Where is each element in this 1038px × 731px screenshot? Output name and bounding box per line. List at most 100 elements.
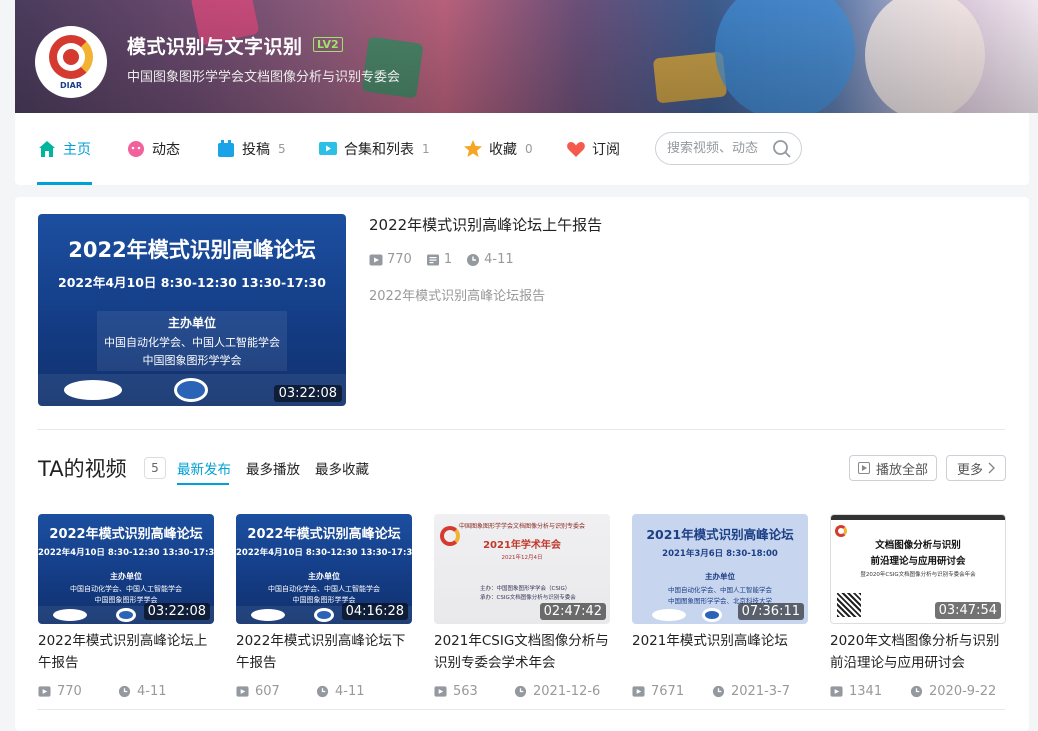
thumb-host: 主办单位: [308, 572, 340, 581]
caai-logo-icon: [702, 608, 722, 622]
caa-logo-icon: [64, 380, 122, 400]
section-title: TA的视频: [38, 457, 127, 481]
video-card[interactable]: 2021年模式识别高峰论坛 2021年3月6日 8:30-18:00 主办单位 …: [632, 514, 808, 699]
tab-dynamic[interactable]: 动态: [126, 137, 180, 161]
video-meta: 1341 2020-9-22: [830, 684, 1006, 699]
avatar[interactable]: DIAR: [35, 26, 107, 98]
upload-date: 4-11: [137, 684, 167, 699]
tab-subscribe-label: 订阅: [592, 142, 620, 158]
thumb-org1: 中国自动化学会、中国人工智能学会: [268, 585, 380, 593]
comment-icon: [426, 254, 439, 265]
caa-logo-icon: [53, 609, 87, 621]
tab-most-favorited[interactable]: 最多收藏: [315, 458, 369, 478]
character-illustration: [715, 0, 855, 113]
featured-video-desc: 2022年模式识别高峰论坛报告: [369, 289, 546, 304]
thumb-subtitle: 中国图象图形学学会文档图像分析与识别专委会: [458, 523, 585, 530]
video-title[interactable]: 2022年模式识别高峰论坛下午报告: [236, 630, 412, 674]
thumb-subtitle: 2022年4月10日 8:30-12:30 13:30-17:30: [236, 548, 412, 558]
qr-code-icon: [837, 593, 861, 617]
favorite-count: 0: [525, 142, 533, 156]
video-thumbnail[interactable]: 2022年模式识别高峰论坛 2022年4月10日 8:30-12:30 13:3…: [38, 514, 214, 624]
play-all-button[interactable]: 播放全部: [849, 455, 937, 481]
thumb-host: 主办单位: [110, 572, 142, 581]
video-thumbnail[interactable]: 2021年模式识别高峰论坛 2021年3月6日 8:30-18:00 主办单位 …: [632, 514, 808, 624]
upload-date: 4-11: [335, 684, 365, 699]
collection-count: 1: [422, 142, 430, 156]
username[interactable]: 模式识别与文字识别: [127, 32, 303, 59]
video-meta: 770 4-11: [38, 684, 214, 699]
video-title[interactable]: 2020年文档图像分析与识别前沿理论与应用研讨会: [830, 630, 1006, 674]
tab-latest[interactable]: 最新发布: [177, 458, 231, 478]
collection-icon: [318, 139, 338, 159]
upload-date: 2021-3-7: [731, 684, 791, 699]
caai-logo-icon: [314, 608, 334, 622]
active-tab-indicator: [177, 483, 229, 485]
featured-video-thumbnail[interactable]: 2022年模式识别高峰论坛 2022年4月10日 8:30-12:30 13:3…: [38, 214, 346, 406]
play-count-icon: [632, 686, 645, 697]
thumb-host: 暨2020年CSIG文档图像分析与识别专委会年会: [860, 572, 976, 578]
video-title[interactable]: 2021年模式识别高峰论坛: [632, 630, 808, 674]
profile-banner: DIAR 模式识别与文字识别 LV2 中国图象图形学学会文档图像分析与识别专委会: [15, 0, 1038, 113]
tab-subscribe[interactable]: 订阅: [566, 137, 620, 161]
views-count: 7671: [651, 684, 685, 699]
csig-logo-icon: [440, 526, 460, 546]
clock-icon: [118, 685, 131, 698]
play-count-icon: [369, 254, 383, 265]
section-count: 5: [144, 457, 166, 479]
more-button[interactable]: 更多: [946, 455, 1006, 481]
thumb-org2: 中国图象图形学学会: [142, 354, 242, 367]
video-thumbnail[interactable]: 2022年模式识别高峰论坛 2022年4月10日 8:30-12:30 13:3…: [236, 514, 412, 624]
video-duration: 07:36:11: [737, 603, 804, 620]
search-input[interactable]: [667, 141, 767, 156]
thumb-org1: 中国自动化学会、中国人工智能学会: [668, 586, 772, 594]
upload-date: 2021-12-6: [533, 684, 601, 699]
video-title[interactable]: 2022年模式识别高峰论坛上午报告: [38, 630, 214, 674]
comments-count: 1: [443, 252, 453, 267]
thumb-subtitle: 2021年3月6日 8:30-18:00: [662, 549, 778, 559]
thumb-title: 2022年模式识别高峰论坛: [68, 238, 316, 262]
video-duration: 03:47:54: [934, 602, 1001, 619]
play-icon: [857, 462, 870, 474]
csig-logo-icon: [49, 34, 93, 79]
play-count-icon: [830, 686, 843, 697]
thumb-title: 2022年模式识别高峰论坛: [247, 527, 401, 542]
character-illustration: [865, 0, 985, 113]
tab-most-played[interactable]: 最多播放: [246, 458, 300, 478]
featured-video-title[interactable]: 2022年模式识别高峰论坛上午报告: [369, 214, 602, 235]
thumb-date: 2021年12月4日: [501, 555, 543, 561]
tab-upload[interactable]: 投稿 5: [216, 137, 286, 161]
tab-favorite-label: 收藏: [489, 142, 517, 158]
main-panel: 2022年模式识别高峰论坛 2022年4月10日 8:30-12:30 13:3…: [15, 197, 1029, 731]
tab-collection[interactable]: 合集和列表 1: [318, 137, 430, 161]
thumb-time: 2022年4月10日 8:30-12:30 13:30-17:30: [58, 275, 326, 290]
video-thumbnail[interactable]: 文档图像分析与识别 前沿理论与应用研讨会 暨2020年CSIG文档图像分析与识别…: [830, 514, 1006, 624]
video-duration: 04:16:28: [341, 603, 408, 620]
more-label: 更多: [956, 462, 983, 478]
search-box[interactable]: [655, 132, 802, 165]
video-meta: 607 4-11: [236, 684, 412, 699]
search-icon[interactable]: [772, 139, 792, 163]
caa-logo-icon: [251, 609, 285, 621]
video-card[interactable]: 2022年模式识别高峰论坛 2022年4月10日 8:30-12:30 13:3…: [236, 514, 412, 699]
featured-video-stats: 770 1 4-11: [369, 252, 528, 267]
video-title[interactable]: 2021年CSIG文档图像分析与识别专委会学术年会: [434, 630, 610, 674]
upload-date: 2020-9-22: [929, 684, 997, 699]
video-card[interactable]: 文档图像分析与识别 前沿理论与应用研讨会 暨2020年CSIG文档图像分析与识别…: [830, 514, 1006, 699]
video-duration: 02:47:42: [539, 603, 606, 620]
video-duration: 03:22:08: [273, 385, 342, 402]
tab-favorite[interactable]: 收藏 0: [463, 137, 533, 161]
clock-icon: [514, 685, 527, 698]
tab-home-label: 主页: [63, 142, 91, 158]
gift-box-decoration: [652, 51, 728, 104]
upload-date: 4-11: [484, 252, 514, 267]
thumb-subtitle: 前沿理论与应用研讨会: [870, 556, 966, 567]
video-thumbnail[interactable]: 中国图象图形学学会文档图像分析与识别专委会 2021年学术年会 2021年12月…: [434, 514, 610, 624]
views-count: 770: [387, 252, 412, 267]
tab-upload-label: 投稿: [242, 142, 270, 158]
tab-home[interactable]: 主页: [37, 137, 91, 161]
video-card[interactable]: 中国图象图形学学会文档图像分析与识别专委会 2021年学术年会 2021年12月…: [434, 514, 610, 699]
play-all-label: 播放全部: [875, 462, 928, 478]
caai-logo-icon: [174, 378, 208, 402]
video-card[interactable]: 2022年模式识别高峰论坛 2022年4月10日 8:30-12:30 13:3…: [38, 514, 214, 699]
caa-logo-icon: [652, 609, 686, 621]
